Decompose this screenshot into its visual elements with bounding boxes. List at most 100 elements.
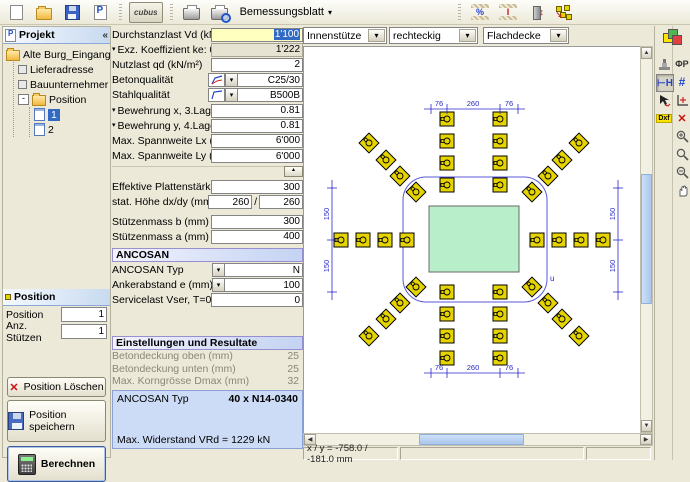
print-preview-button[interactable] bbox=[208, 2, 232, 22]
plattenstaerke-label: Effektive Plattenstärke heff (mm) bbox=[112, 181, 211, 193]
tree-item-lieferadresse[interactable]: Lieferadresse bbox=[18, 62, 110, 77]
stat-hoehe-dy-input[interactable]: 260 bbox=[259, 195, 303, 209]
concrete-curve-button[interactable] bbox=[208, 73, 225, 87]
max-aggregate-row: Max. Korngrösse Dmax (mm) 32 bbox=[112, 375, 303, 387]
spannweite-lx-input[interactable]: 6'000 bbox=[211, 134, 303, 148]
scroll-right-button[interactable]: ▶ bbox=[640, 434, 652, 445]
form-row-stat-hoehe: stat. Höhe dx/dy (mm) 260 / 260 bbox=[112, 195, 303, 210]
dim-top-76-right: 76 bbox=[505, 99, 513, 108]
stahlqualitaet-dropdown-button[interactable] bbox=[225, 88, 238, 102]
ankerabstand-dropdown-button[interactable] bbox=[212, 278, 225, 292]
form-row-stuetzenmass-b: Stützenmass b (mm) 300 bbox=[112, 214, 303, 229]
dimension-display-button[interactable]: ⊢H bbox=[656, 74, 674, 92]
bewehrung-x-input[interactable]: 0.81 bbox=[211, 104, 303, 118]
anchor-layout-icon: ↘ bbox=[555, 4, 572, 20]
tree-folder-label: Position bbox=[49, 94, 86, 106]
bewehrung-y-input[interactable]: 0.81 bbox=[211, 119, 303, 133]
plattenstaerke-input[interactable]: 300 bbox=[211, 180, 303, 194]
dim-right-150-bottom: 150 bbox=[608, 260, 617, 273]
slab-thickness-button[interactable]: I bbox=[496, 2, 520, 22]
support-type-combo[interactable]: Innenstütze bbox=[303, 27, 387, 44]
exz-readonly-field: 1'222 bbox=[211, 43, 303, 57]
save-position-button[interactable]: Position speichern bbox=[7, 400, 106, 442]
project-panel: P Projekt « Alte Burg_Eingang Lieferadre… bbox=[2, 26, 111, 458]
tree-item-bauunternehmer[interactable]: Bauunternehmer bbox=[18, 77, 110, 92]
ancosan-typ-value[interactable]: N bbox=[225, 263, 303, 277]
ancosan-typ-label: ANCOSAN Typ bbox=[112, 264, 212, 276]
zoom-out-button[interactable] bbox=[674, 164, 690, 180]
stamp-button[interactable] bbox=[656, 56, 672, 72]
tree-root-project[interactable]: Alte Burg_Eingang bbox=[6, 47, 110, 62]
tree-position-label-selected: 1 bbox=[48, 109, 60, 121]
betonqualitaet-dropdown-button[interactable] bbox=[225, 73, 238, 87]
print-button[interactable] bbox=[180, 2, 204, 22]
collapse-panel-button[interactable]: « bbox=[102, 30, 108, 41]
column-dimensions-button[interactable]: ↕ bbox=[524, 2, 548, 22]
status-cell-3 bbox=[586, 447, 651, 460]
calculate-button[interactable]: Berechnen bbox=[7, 446, 106, 482]
scroll-up-button[interactable]: ▲ bbox=[641, 47, 652, 59]
result-box: ANCOSAN Typ 40 x N14-0340 Max. Widerstan… bbox=[112, 390, 303, 449]
horizontal-scroll-thumb[interactable] bbox=[419, 434, 524, 445]
layers-icon[interactable] bbox=[663, 29, 685, 47]
slab-type-dropdown-button[interactable] bbox=[550, 29, 567, 42]
open-button[interactable] bbox=[32, 2, 56, 22]
dropdown-marker-icon[interactable]: ▾ bbox=[112, 46, 116, 53]
form-row-betonqualitaet: Betonqualität C25/30 bbox=[112, 73, 303, 88]
betonqualitaet-value[interactable]: C25/30 bbox=[238, 73, 303, 87]
new-document-button[interactable] bbox=[4, 2, 28, 22]
ancosan-typ-dropdown-button[interactable] bbox=[212, 263, 225, 277]
stuetzenmass-a-input[interactable]: 400 bbox=[211, 230, 303, 244]
stahlqualitaet-value[interactable]: B500B bbox=[238, 88, 303, 102]
steel-curve-button[interactable] bbox=[208, 88, 225, 102]
stuetzenmass-b-input[interactable]: 300 bbox=[211, 215, 303, 229]
dim-left-150-top: 150 bbox=[322, 208, 331, 221]
spannweite-ly-input[interactable]: 6'000 bbox=[211, 149, 303, 163]
dxf-export-button[interactable]: Dxf bbox=[656, 110, 672, 126]
project-document-button[interactable]: P bbox=[88, 2, 112, 22]
position-panel: Position Position 1 Anz. Stützen 1 ✕ Pos… bbox=[3, 289, 110, 340]
position-icon bbox=[5, 294, 11, 300]
tree-item-label: Lieferadresse bbox=[30, 64, 94, 76]
zoom-in-button[interactable] bbox=[674, 128, 690, 144]
servicelast-input[interactable]: 0 bbox=[211, 293, 303, 307]
tree-folder-position[interactable]: - Position bbox=[18, 92, 110, 107]
ankerabstand-value[interactable]: 100 bbox=[225, 278, 303, 292]
ancosan-typ-combo: N bbox=[212, 263, 303, 277]
grid-toggle-button[interactable]: # bbox=[674, 74, 690, 90]
reinforcement-ratio-button[interactable]: % bbox=[468, 2, 492, 22]
dropdown-marker-icon[interactable]: ▾ bbox=[112, 107, 116, 114]
delete-element-button[interactable]: ✕ bbox=[674, 110, 690, 126]
save-button[interactable] bbox=[60, 2, 84, 22]
support-type-dropdown-button[interactable] bbox=[368, 29, 385, 42]
zoom-window-button[interactable] bbox=[674, 146, 690, 162]
vertical-scrollbar[interactable]: ▲ ▼ bbox=[640, 46, 653, 433]
durchstanzlast-input[interactable]: 1'100 bbox=[211, 28, 303, 42]
column-shape-combo[interactable]: rechteckig bbox=[389, 27, 478, 44]
column-shape-dropdown-button[interactable] bbox=[459, 29, 476, 42]
tree-position-2[interactable]: 2 bbox=[34, 122, 110, 137]
status-bar: x / y = -758.0 / -181.0 mm bbox=[303, 447, 653, 460]
select-element-button[interactable] bbox=[656, 92, 672, 108]
nutzlast-input[interactable]: 2 bbox=[211, 58, 303, 72]
column-count-input[interactable]: 1 bbox=[61, 324, 107, 339]
stat-hoehe-dx-input[interactable]: 260 bbox=[208, 195, 252, 209]
tree-position-1[interactable]: 1 bbox=[34, 107, 110, 122]
slab-type-combo[interactable]: Flachdecke bbox=[483, 27, 569, 44]
delete-position-button[interactable]: ✕ Position Löschen bbox=[7, 377, 106, 397]
bemessungsblatt-menu[interactable]: Bemessungsblatt bbox=[236, 4, 336, 20]
anchor-layout-button[interactable]: ↘ bbox=[552, 2, 576, 22]
drawing-canvas[interactable]: u 76 260 76 76 260 76 bbox=[303, 46, 640, 433]
collapse-node-icon[interactable]: - bbox=[18, 94, 29, 105]
snap-point-button[interactable] bbox=[674, 92, 690, 108]
scroll-down-button[interactable]: ▼ bbox=[641, 420, 652, 432]
max-aggregate-label: Max. Korngrösse Dmax (mm) bbox=[112, 375, 249, 387]
collapse-section-button[interactable]: ▴ bbox=[284, 166, 303, 177]
position-number-input[interactable]: 1 bbox=[61, 307, 107, 322]
section-view-button[interactable]: ΦΡ bbox=[674, 56, 690, 72]
durchstanzlast-value: 1'100 bbox=[274, 29, 300, 40]
cubus-logo-button[interactable]: cubus bbox=[129, 2, 163, 23]
dropdown-marker-icon[interactable]: ▾ bbox=[112, 122, 116, 129]
vertical-scroll-thumb[interactable] bbox=[641, 174, 652, 304]
pan-button[interactable] bbox=[674, 182, 690, 198]
